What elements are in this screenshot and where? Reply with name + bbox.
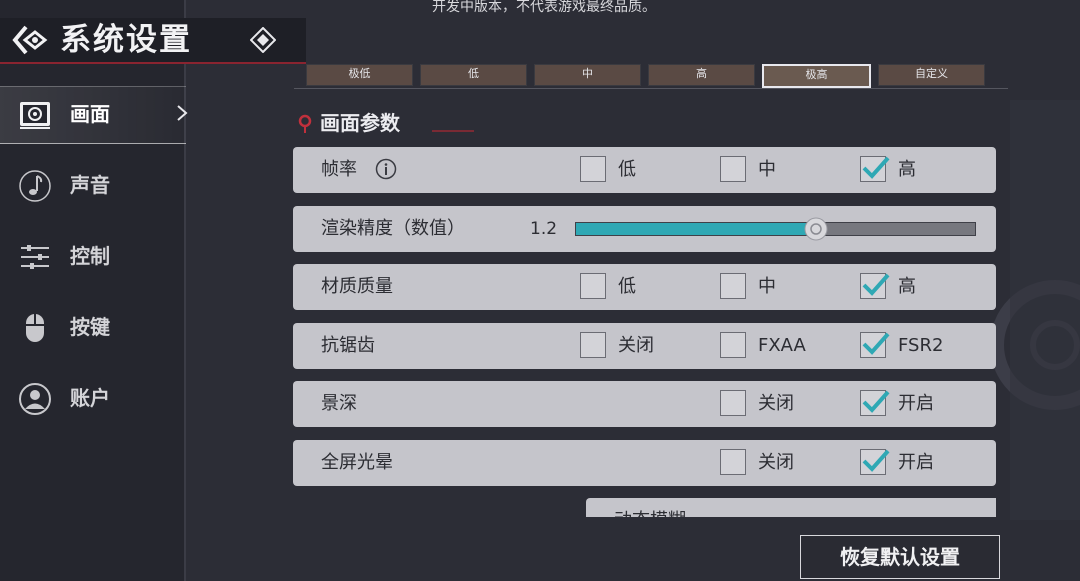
checkbox[interactable] (580, 273, 606, 299)
page-title: 系统设置 (60, 22, 192, 58)
setting-row-depth-of-field: 景深 关闭 开启 (293, 381, 996, 427)
restore-defaults-button[interactable]: 恢复默认设置 (800, 535, 1000, 579)
mouse-icon (26, 314, 44, 342)
back-arrow-icon[interactable] (12, 23, 48, 57)
music-note-icon (19, 170, 51, 202)
setting-label: 全屏光晕 (321, 452, 393, 473)
setting-row-render-scale: 渲染精度（数值） 1.2 (293, 206, 996, 252)
slider-fill (576, 223, 816, 235)
sidebar-item-label: 画面 (70, 102, 110, 126)
setting-label: 动态模糊 (614, 509, 686, 517)
preset-thumb[interactable]: 极低 (306, 64, 413, 86)
divider (294, 88, 1008, 89)
slider-knob[interactable] (804, 217, 828, 241)
checkbox-checked[interactable] (860, 332, 890, 358)
checkbox[interactable] (720, 390, 746, 416)
setting-label: 材质质量 (321, 276, 393, 297)
sidebar-item-label: 账户 (70, 386, 110, 410)
sliders-icon (21, 245, 49, 269)
setting-row-anti-aliasing: 抗锯齿 关闭 FXAA FSR2 (293, 323, 996, 369)
checkmark-icon (862, 332, 890, 355)
chevron-right-icon (177, 105, 188, 121)
checkbox[interactable] (580, 332, 606, 358)
sidebar-item-account[interactable]: 账户 (0, 370, 184, 426)
setting-row-framerate: 帧率 低 中 高 (293, 147, 996, 193)
checkmark-icon (862, 156, 890, 179)
checkmark-icon (862, 390, 890, 413)
sidebar-item-label: 按键 (70, 315, 110, 339)
sidebar-item-display[interactable]: 画面 (0, 86, 184, 142)
sidebar-item-label: 声音 (70, 173, 110, 197)
section-accent-line (432, 130, 474, 132)
setting-label: 景深 (321, 393, 357, 414)
slider-value: 1.2 (530, 219, 558, 239)
setting-row-motion-blur: 动态模糊 关闭 开启 (586, 498, 996, 517)
checkbox[interactable] (720, 156, 746, 182)
checkbox[interactable] (580, 156, 606, 182)
dev-version-notice: 开发中版本，不代表游戏最终品质。 (432, 0, 656, 15)
preset-thumb[interactable]: 高 (648, 64, 755, 86)
graphics-preset-strip: 极低 低 中 高 极高 自定义 (294, 58, 1008, 88)
checkbox[interactable] (720, 449, 746, 475)
location-pin-icon (298, 114, 312, 133)
preset-thumb-selected[interactable]: 极高 (762, 64, 871, 88)
diamond-icon (250, 27, 276, 53)
checkbox-checked[interactable] (860, 449, 890, 475)
slider-track[interactable] (575, 222, 976, 236)
display-icon (20, 102, 50, 129)
user-icon (19, 383, 51, 415)
setting-row-motion-blur-clip: 动态模糊 关闭 开启 (293, 498, 996, 517)
checkbox-checked[interactable] (860, 156, 890, 182)
preset-thumb[interactable]: 低 (420, 64, 527, 86)
checkmark-icon (862, 273, 890, 296)
setting-label: 帧率 (321, 159, 357, 180)
section-title: 画面参数 (320, 111, 400, 135)
preset-thumb[interactable]: 自定义 (878, 64, 985, 86)
checkbox-checked[interactable] (860, 273, 890, 299)
checkbox[interactable] (720, 332, 746, 358)
checkbox-checked[interactable] (860, 390, 890, 416)
setting-row-bloom: 全屏光晕 关闭 开启 (293, 440, 996, 486)
sidebar-item-keybinds[interactable]: 按键 (0, 299, 184, 355)
setting-row-texture-quality: 材质质量 低 中 高 (293, 264, 996, 310)
sidebar-item-sound[interactable]: 声音 (0, 157, 184, 213)
sidebar-item-controls[interactable]: 控制 (0, 228, 184, 284)
checkbox[interactable] (720, 273, 746, 299)
preset-thumb[interactable]: 中 (534, 64, 641, 86)
checkmark-icon (862, 449, 890, 472)
sidebar-item-label: 控制 (70, 244, 110, 268)
setting-label: 抗锯齿 (321, 335, 375, 356)
setting-label: 渲染精度（数值） (321, 218, 465, 239)
info-icon[interactable] (375, 158, 397, 180)
